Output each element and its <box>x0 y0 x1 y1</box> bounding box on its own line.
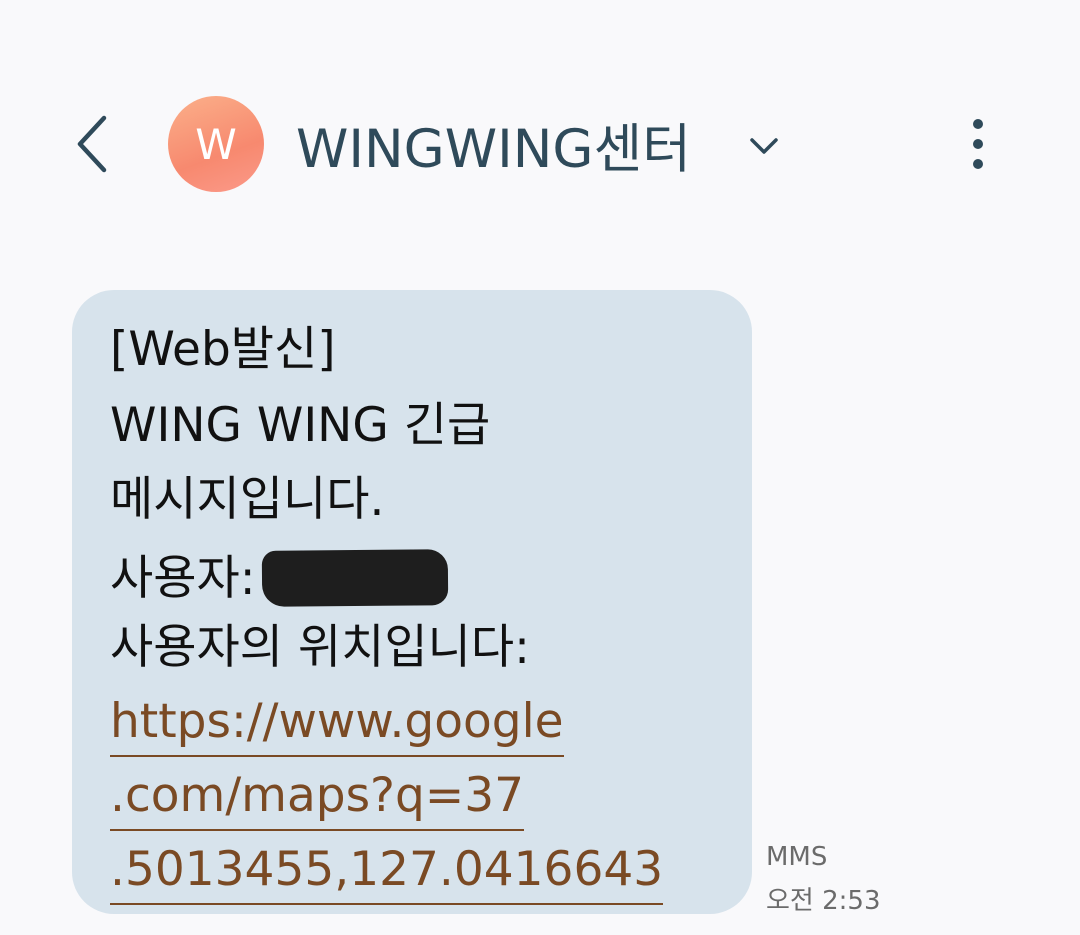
message-line-sender-tag: [Web발신] <box>110 322 336 377</box>
message-line-title: WING WING 긴급 <box>110 398 491 453</box>
back-button[interactable] <box>62 108 122 180</box>
message-type-label: MMS <box>766 842 828 872</box>
message-line-user: 사용자: <box>110 549 448 607</box>
user-label: 사용자: <box>110 551 256 606</box>
expand-contact-button[interactable] <box>742 124 786 168</box>
location-link[interactable]: .com/maps?q=37 <box>110 768 525 831</box>
message-timestamp: 오전 2:53 <box>766 886 881 916</box>
location-link-line-2[interactable]: .com/maps?q=37 <box>110 768 525 831</box>
more-options-button[interactable] <box>950 112 1006 176</box>
chevron-left-icon <box>77 115 107 173</box>
redacted-user-name <box>261 549 448 607</box>
chevron-down-icon <box>750 138 778 154</box>
avatar-letter: W <box>195 119 237 169</box>
avatar[interactable]: W <box>168 96 264 192</box>
location-link[interactable]: https://www.google <box>110 694 564 757</box>
location-link[interactable]: .5013455,127.0416643 <box>110 842 664 905</box>
message-line-title-cont: 메시지입니다. <box>110 472 385 527</box>
message-line-location-label: 사용자의 위치입니다: <box>110 620 530 675</box>
contact-name[interactable]: WINGWING센터 <box>296 110 691 180</box>
conversation-header: W WINGWING센터 <box>0 0 1080 240</box>
more-vertical-icon <box>973 119 983 169</box>
location-link-line-3[interactable]: .5013455,127.0416643 <box>110 842 664 905</box>
location-link-line-1[interactable]: https://www.google <box>110 694 564 757</box>
